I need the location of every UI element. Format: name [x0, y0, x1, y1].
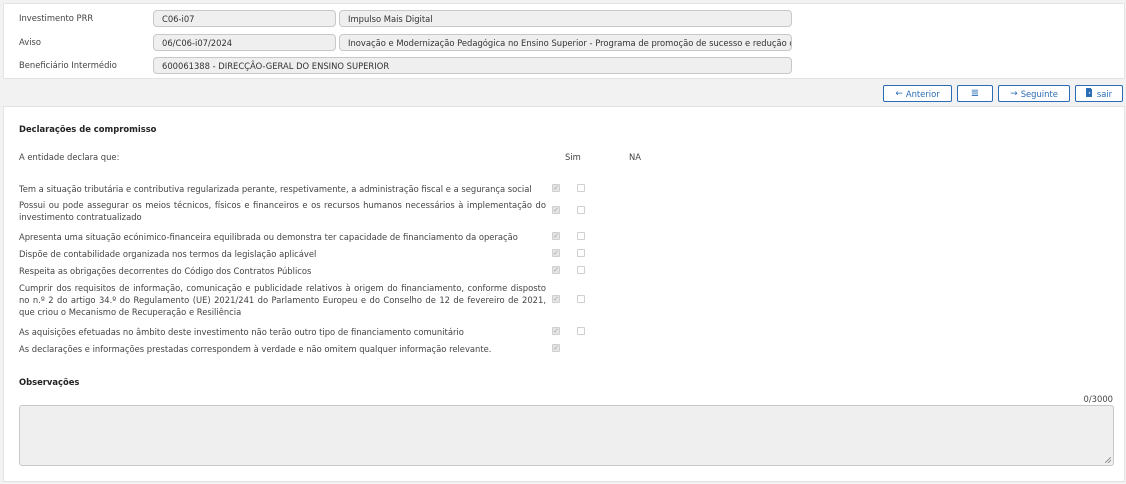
sim-checkbox-8[interactable]: ✓ — [552, 344, 560, 352]
investimento-name-field: Impulso Mais Digital — [339, 10, 792, 27]
project-info-panel: Investimento PRR C06-i07 Impulso Mais Di… — [3, 3, 1125, 79]
anterior-button[interactable]: ← Anterior — [883, 85, 952, 102]
sim-checkbox-6[interactable]: ✓ — [552, 295, 560, 303]
na-checkbox-2[interactable] — [577, 206, 585, 214]
declaracao-item-5: Respeita as obrigações decorrentes do Có… — [19, 266, 312, 276]
sim-checkbox-7[interactable]: ✓ — [552, 327, 560, 335]
beneficiario-row: Beneficiário Intermédio 600061388 - DIRE… — [4, 57, 1124, 75]
navigation-bar: ← Anterior ≣ → Seguinte sair — [883, 85, 1123, 102]
investimento-row: Investimento PRR C06-i07 Impulso Mais Di… — [4, 10, 1124, 28]
sim-checkbox-4[interactable]: ✓ — [552, 249, 560, 257]
observacoes-title: Observações — [19, 377, 80, 387]
seguinte-label: Seguinte — [1020, 88, 1058, 99]
sim-checkbox-2[interactable]: ✓ — [552, 206, 560, 214]
na-checkbox-1[interactable] — [577, 184, 585, 192]
investimento-code-field: C06-i07 — [153, 10, 336, 27]
declaracao-item-8: As declarações e informações prestadas c… — [19, 344, 492, 354]
seguinte-button[interactable]: → Seguinte — [998, 85, 1070, 102]
declaracoes-intro: A entidade declara que: — [19, 152, 120, 162]
na-checkbox-6[interactable] — [577, 295, 585, 303]
menu-button[interactable]: ≣ — [957, 85, 993, 102]
declaracao-item-3: Apresenta uma situação ecónimico-finance… — [19, 232, 518, 242]
na-checkbox-7[interactable] — [577, 327, 585, 335]
na-checkbox-5[interactable] — [577, 266, 585, 274]
observacoes-textarea[interactable] — [19, 405, 1114, 466]
character-counter: 0/3000 — [1083, 394, 1113, 404]
arrow-right-icon: → — [1010, 88, 1018, 99]
declaracao-item-6: Cumprir dos requisitos de informação, co… — [19, 283, 546, 317]
sair-label: sair — [1096, 88, 1113, 99]
beneficiario-label: Beneficiário Intermédio — [19, 60, 117, 70]
declaracoes-title: Declarações de compromisso — [19, 124, 157, 134]
list-icon: ≣ — [970, 88, 980, 99]
sim-checkbox-5[interactable]: ✓ — [552, 266, 560, 274]
sim-checkbox-3[interactable]: ✓ — [552, 232, 560, 240]
na-checkbox-4[interactable] — [577, 249, 585, 257]
sair-button[interactable]: sair — [1075, 85, 1123, 102]
beneficiario-field: 600061388 - DIRECÇÃO-GERAL DO ENSINO SUP… — [153, 57, 792, 74]
declaracao-item-2: Possui ou pode assegurar os meios técnic… — [19, 200, 546, 222]
sim-checkbox-1[interactable]: ✓ — [552, 184, 560, 192]
declaracao-item-7: As aquisições efetuadas no âmbito deste … — [19, 327, 464, 337]
aviso-name-field: Inovação e Modernização Pedagógica no En… — [339, 34, 792, 51]
investimento-label: Investimento PRR — [19, 13, 94, 23]
resize-handle[interactable] — [1105, 457, 1111, 463]
anterior-label: Anterior — [905, 88, 940, 99]
arrow-left-icon: ← — [895, 88, 903, 99]
na-checkbox-3[interactable] — [577, 232, 585, 240]
sim-column-header: Sim — [565, 152, 581, 162]
declaracoes-panel: Declarações de compromisso A entidade de… — [3, 106, 1125, 482]
aviso-label: Aviso — [19, 37, 42, 47]
aviso-code-field: 06/C06-i07/2024 — [153, 34, 336, 51]
declaracao-item-1: Tem a situação tributária e contributiva… — [19, 184, 532, 194]
exit-door-icon — [1085, 87, 1094, 100]
na-column-header: NA — [629, 152, 641, 162]
aviso-row: Aviso 06/C06-i07/2024 Inovação e Moderni… — [4, 34, 1124, 52]
declaracao-item-4: Dispõe de contabilidade organizada nos t… — [19, 249, 317, 259]
